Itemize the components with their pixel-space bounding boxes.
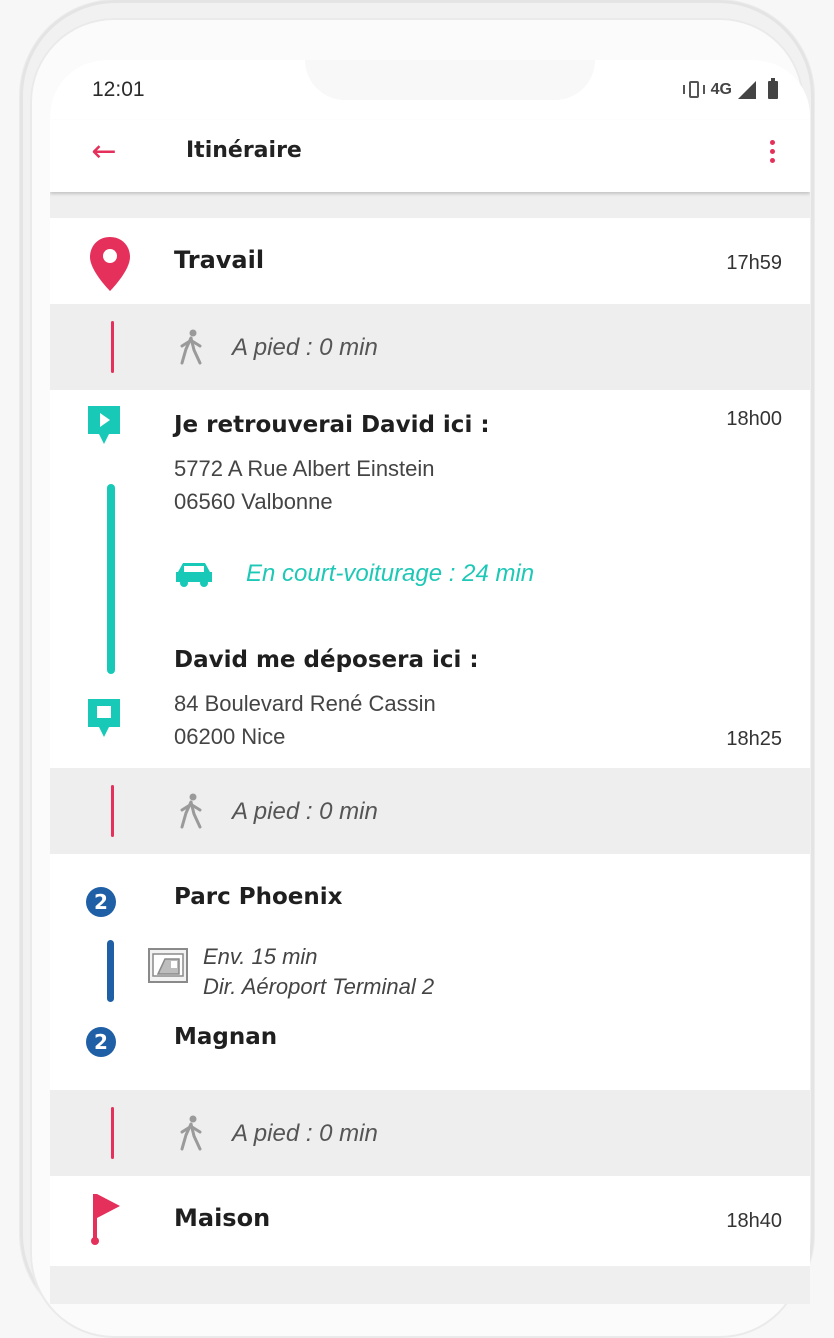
play-flag-icon — [88, 406, 120, 444]
transit-direction: Dir. Aéroport Terminal 2 — [203, 974, 435, 999]
itinerary-start[interactable]: Travail 17h59 — [50, 218, 810, 304]
tram-icon — [148, 948, 188, 983]
line-badge: 2 — [86, 1027, 116, 1057]
arrow-left-icon[interactable]: ← — [84, 132, 124, 172]
app-bar: ← Itinéraire — [50, 120, 810, 192]
end-time: 18h40 — [726, 1210, 782, 1232]
transit-to: Magnan — [174, 1024, 278, 1050]
line-badge: 2 — [86, 887, 116, 917]
status-icons: 4G — [682, 78, 778, 102]
start-name: Travail — [174, 246, 265, 274]
finish-flag-icon — [91, 1194, 120, 1245]
itinerary-end[interactable]: Maison 18h40 — [50, 1176, 810, 1266]
start-time: 17h59 — [726, 252, 782, 274]
walk-line — [111, 1107, 114, 1159]
camera-notch — [305, 60, 595, 100]
stop-flag-icon — [88, 699, 120, 737]
page-title: Itinéraire — [186, 138, 302, 163]
phone-screen: 12:01 4G ← Itinéraire Travail 17h59 A pi… — [50, 60, 810, 1304]
network-label: 4G — [710, 81, 732, 98]
status-time: 12:01 — [92, 78, 145, 101]
more-vertical-icon[interactable] — [760, 136, 784, 170]
pickup-address-line1: 5772 A Rue Albert Einstein — [174, 456, 435, 481]
walk-duration: A pied : 0 min — [232, 798, 378, 825]
map-pin-icon — [90, 237, 130, 291]
dropoff-time: 18h25 — [726, 728, 782, 750]
walk-segment: A pied : 0 min — [50, 304, 810, 390]
end-name: Maison — [174, 1204, 271, 1232]
vibrate-icon — [682, 80, 705, 100]
car-icon — [176, 563, 212, 587]
dropoff-title: David me déposera ici : — [174, 647, 479, 673]
carpool-line — [107, 484, 115, 674]
transit-from: Parc Phoenix — [174, 884, 343, 910]
pickup-address-line2: 06560 Valbonne — [174, 489, 333, 514]
pickup-time: 18h00 — [726, 408, 782, 430]
walking-person-icon — [180, 793, 202, 829]
signal-icon — [738, 81, 756, 99]
walk-segment: A pied : 0 min — [50, 768, 810, 854]
walking-person-icon — [180, 329, 202, 365]
transit-duration: Env. 15 min — [203, 944, 318, 969]
dropoff-address-line1: 84 Boulevard René Cassin — [174, 691, 436, 716]
carpool-segment[interactable]: Je retrouverai David ici : 18h00 5772 A … — [50, 390, 810, 768]
walking-person-icon — [180, 1115, 202, 1151]
status-bar: 12:01 4G — [50, 60, 810, 120]
battery-icon — [768, 78, 778, 99]
walk-duration: A pied : 0 min — [232, 334, 378, 361]
dropoff-address-line2: 06200 Nice — [174, 724, 286, 749]
walk-line — [111, 321, 114, 373]
walk-line — [111, 785, 114, 837]
walk-duration: A pied : 0 min — [232, 1120, 378, 1147]
transit-segment[interactable]: 2 Parc Phoenix Env. 15 min Dir. Aéroport… — [50, 854, 810, 1090]
walk-segment: A pied : 0 min — [50, 1090, 810, 1176]
transit-line — [107, 940, 114, 1002]
carpool-duration: En court-voiturage : 24 min — [246, 560, 535, 587]
pickup-title: Je retrouverai David ici : — [174, 412, 490, 438]
